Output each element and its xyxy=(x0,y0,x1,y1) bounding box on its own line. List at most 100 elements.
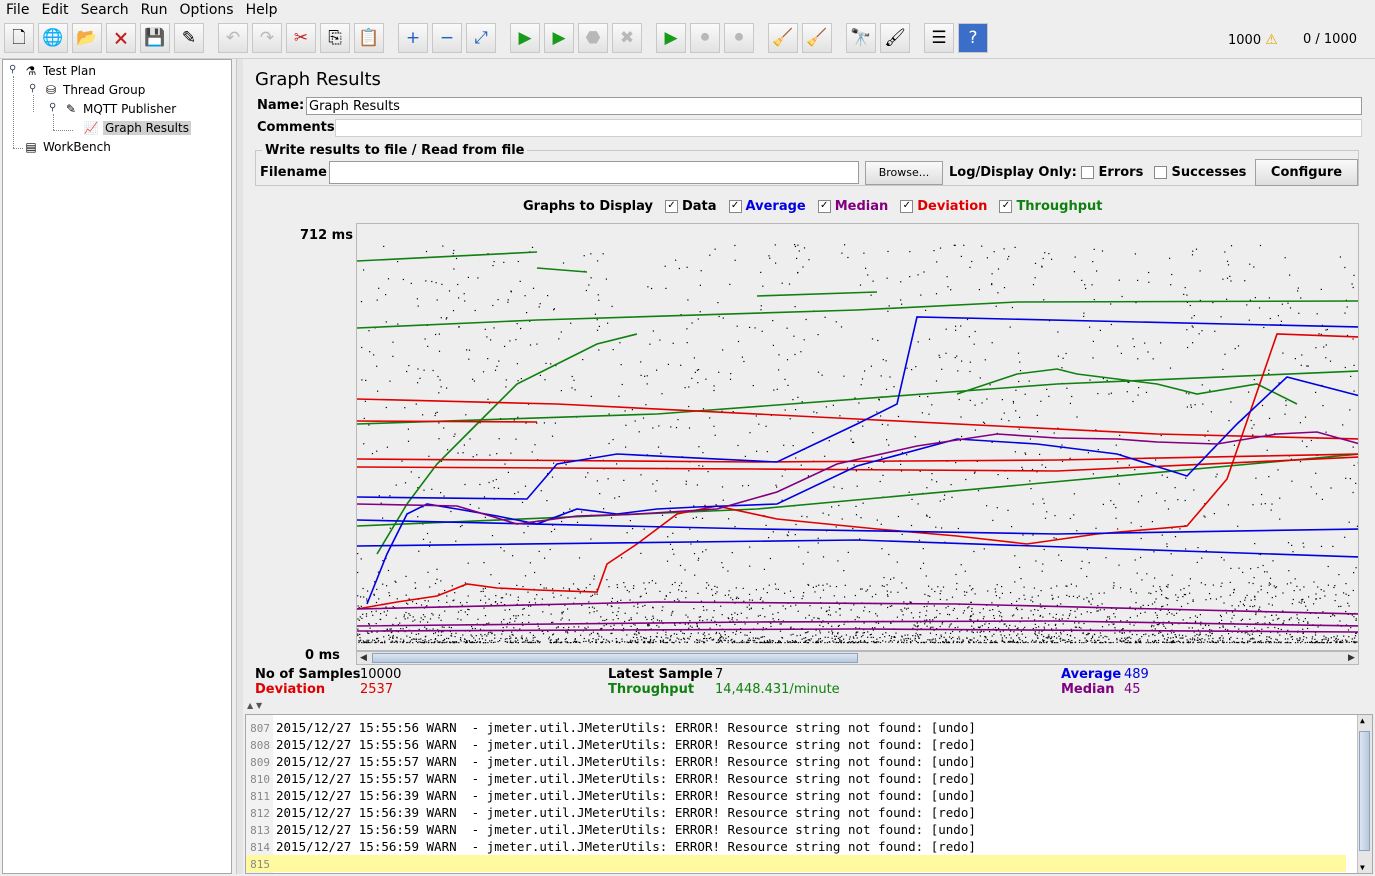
data-point xyxy=(494,369,497,371)
browse-button[interactable]: Browse... xyxy=(865,161,943,185)
data-point xyxy=(1060,637,1062,639)
save-as-button[interactable]: ✎ xyxy=(174,23,204,53)
graph-option-deviation[interactable]: ✓ Deviation xyxy=(900,199,987,214)
name-field[interactable] xyxy=(306,97,1362,115)
errors-option[interactable]: Errors xyxy=(1081,165,1143,180)
start-no-pause-button[interactable]: ▶ xyxy=(544,23,574,53)
data-point xyxy=(516,363,518,365)
errors-checkbox[interactable] xyxy=(1081,166,1094,179)
log-vertical-scrollbar[interactable]: ▲ ▼ xyxy=(1357,715,1372,873)
scroll-right-icon[interactable]: ▶ xyxy=(1345,652,1358,664)
tree-node-test-plan[interactable]: ⚗ Test Plan xyxy=(23,62,96,80)
scroll-up-icon[interactable]: ▲ xyxy=(1360,716,1365,725)
data-point xyxy=(1092,473,1094,475)
data-point xyxy=(412,616,414,618)
menu-search[interactable]: Search xyxy=(75,2,135,18)
data-checkbox[interactable]: ✓ xyxy=(664,200,678,213)
save-button[interactable]: 💾 xyxy=(140,23,170,53)
data-point xyxy=(1243,605,1245,607)
shutdown-button[interactable]: ✖ xyxy=(612,23,642,53)
data-point xyxy=(847,551,849,553)
warning-icon[interactable]: ⚠ xyxy=(1265,32,1278,48)
data-point xyxy=(1161,474,1163,476)
tree-node-thread-group[interactable]: ⛁ Thread Group xyxy=(43,81,145,99)
paste-button[interactable]: 📋 xyxy=(354,23,384,53)
data-point xyxy=(411,632,413,634)
data-point xyxy=(391,640,393,642)
graph-horizontal-scrollbar[interactable]: ◀ ▶ xyxy=(356,651,1359,665)
remote-shutdown-button[interactable]: ⚫ xyxy=(724,23,754,53)
undo-button[interactable]: ↶ xyxy=(218,23,248,53)
data-point xyxy=(517,380,519,382)
log-scroll-thumb[interactable] xyxy=(1359,731,1370,851)
median-checkbox[interactable]: ✓ xyxy=(817,200,831,213)
data-point xyxy=(626,589,628,591)
menu-edit[interactable]: Edit xyxy=(35,2,74,18)
new-button[interactable]: 🗋 xyxy=(4,23,34,53)
data-point xyxy=(817,334,819,336)
data-point xyxy=(1237,345,1240,347)
data-point xyxy=(407,440,410,442)
data-point xyxy=(848,638,851,640)
configure-button[interactable]: Configure xyxy=(1255,159,1358,186)
filename-field[interactable] xyxy=(329,161,859,184)
menu-help[interactable]: Help xyxy=(240,2,284,18)
graph-option-throughput[interactable]: ✓ Throughput xyxy=(999,199,1103,214)
data-point xyxy=(640,474,642,476)
data-point xyxy=(565,631,567,633)
graph-option-data[interactable]: ✓ Data xyxy=(664,199,717,214)
help-button[interactable]: ? xyxy=(958,23,988,53)
remote-stop-button[interactable]: ⚫ xyxy=(690,23,720,53)
remote-start-button[interactable]: ▶ xyxy=(656,23,686,53)
vertical-splitter[interactable] xyxy=(236,59,243,874)
templates-button[interactable]: 🌐 xyxy=(38,23,68,53)
data-point xyxy=(1019,416,1021,418)
successes-checkbox[interactable] xyxy=(1154,166,1167,179)
start-button[interactable]: ▶ xyxy=(510,23,540,53)
data-point xyxy=(688,386,690,388)
scroll-thumb[interactable] xyxy=(372,653,858,663)
average-checkbox[interactable]: ✓ xyxy=(728,200,742,213)
expand-mqtt-publisher-icon[interactable]: ⚲ xyxy=(49,102,56,113)
log-splitter[interactable]: ▲ ▼ xyxy=(245,701,1373,714)
expand-thread-group-icon[interactable]: ⚲ xyxy=(29,83,36,94)
tree-node-mqtt-publisher[interactable]: ✎ MQTT Publisher xyxy=(63,100,176,118)
scroll-left-icon[interactable]: ◀ xyxy=(357,652,370,664)
graph-option-average[interactable]: ✓ Average xyxy=(728,199,806,214)
collapse-button[interactable]: − xyxy=(432,23,462,53)
cut-button[interactable]: ✂ xyxy=(286,23,316,53)
data-point xyxy=(870,294,872,296)
tree-node-workbench[interactable]: ▤ WorkBench xyxy=(23,138,110,156)
clear-all-button[interactable]: 🧹 xyxy=(802,23,832,53)
expand-button[interactable]: + xyxy=(398,23,428,53)
data-point xyxy=(713,389,715,392)
log-viewer[interactable]: 807 2015/12/27 15:55:56 WARN - jmeter.uti… xyxy=(245,714,1373,874)
copy-button[interactable]: ⎘ xyxy=(320,23,350,53)
graph-option-median[interactable]: ✓ Median xyxy=(817,199,888,214)
tree-node-graph-results[interactable]: 📈 Graph Results xyxy=(83,119,191,137)
search-button[interactable]: 🔭 xyxy=(846,23,876,53)
redo-button[interactable]: ↷ xyxy=(252,23,282,53)
data-point xyxy=(839,640,841,642)
collapse-down-icon[interactable]: ▼ xyxy=(256,701,262,710)
stop-button[interactable]: ⬣ xyxy=(578,23,608,53)
menu-run[interactable]: Run xyxy=(135,2,174,18)
clear-button[interactable]: 🧹 xyxy=(768,23,798,53)
data-point xyxy=(1231,641,1233,643)
comments-field[interactable] xyxy=(335,119,1362,137)
open-icon: 📂 xyxy=(76,27,98,48)
collapse-up-icon[interactable]: ▲ xyxy=(247,701,253,710)
deviation-checkbox[interactable]: ✓ xyxy=(900,200,914,213)
reset-search-button[interactable]: 🖌 xyxy=(880,23,910,53)
data-point xyxy=(693,608,695,610)
scroll-down-icon[interactable]: ▼ xyxy=(1360,863,1365,872)
menu-file[interactable]: File xyxy=(0,2,35,18)
open-button[interactable]: 📂 xyxy=(72,23,102,53)
menu-options[interactable]: Options xyxy=(174,2,240,18)
function-helper-button[interactable]: ☰ xyxy=(924,23,954,53)
throughput-checkbox[interactable]: ✓ xyxy=(999,200,1013,213)
expand-test-plan-icon[interactable]: ⚲ xyxy=(9,64,16,75)
successes-option[interactable]: Successes xyxy=(1154,165,1246,180)
toggle-button[interactable]: ⤢ xyxy=(466,23,496,53)
close-button[interactable]: 🗙 xyxy=(106,23,136,53)
